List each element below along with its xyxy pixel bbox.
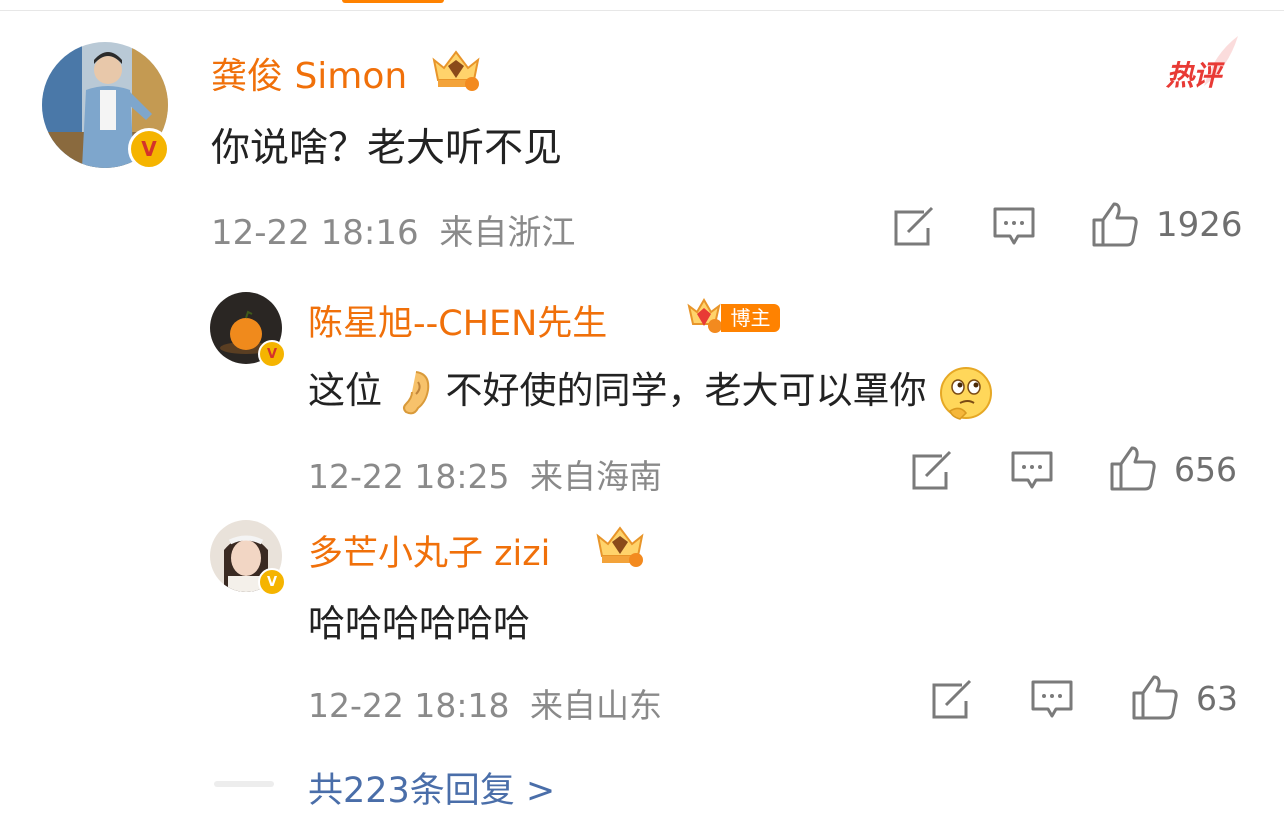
location: 来自山东 bbox=[529, 686, 662, 725]
verified-badge-icon: V bbox=[258, 568, 286, 596]
top-divider bbox=[0, 10, 1284, 11]
timestamp: 12-22 18:16 bbox=[211, 213, 419, 253]
comment-icon[interactable] bbox=[992, 205, 1036, 247]
view-replies-link[interactable]: 共223条回复 > bbox=[308, 762, 555, 813]
verified-badge-icon: V bbox=[258, 340, 286, 368]
divider bbox=[214, 781, 274, 787]
share-icon[interactable] bbox=[890, 204, 936, 248]
diamond-rank-icon bbox=[687, 298, 722, 333]
comment-meta: 12-22 18:18 来自山东 bbox=[308, 679, 662, 727]
thinking-emoji-icon bbox=[940, 366, 993, 420]
like-icon[interactable] bbox=[1130, 673, 1180, 721]
ear-emoji-icon bbox=[402, 370, 430, 414]
like-count: 656 bbox=[1174, 450, 1237, 489]
like-icon[interactable] bbox=[1108, 444, 1158, 492]
like-count: 1926 bbox=[1156, 205, 1243, 245]
like-icon[interactable] bbox=[1090, 200, 1140, 248]
crown-rank-icon bbox=[596, 526, 644, 567]
comment-meta: 12-22 18:25 来自海南 bbox=[308, 450, 662, 498]
share-icon[interactable] bbox=[928, 677, 974, 721]
username[interactable]: 龚俊 Simon bbox=[211, 47, 407, 99]
comment-icon[interactable] bbox=[1030, 678, 1074, 720]
comment-icon[interactable] bbox=[1010, 449, 1054, 491]
crown-rank-icon bbox=[432, 50, 480, 91]
username[interactable]: 多芒小丸子 zizi bbox=[308, 525, 550, 576]
hot-comment-badge: 热评 bbox=[1166, 36, 1242, 92]
timestamp: 12-22 18:25 bbox=[308, 457, 510, 496]
verified-badge-icon: V bbox=[128, 128, 170, 170]
share-icon[interactable] bbox=[908, 448, 954, 492]
location: 来自海南 bbox=[529, 457, 662, 496]
comment-text: 哈哈哈哈哈哈 bbox=[308, 602, 530, 645]
location: 来自浙江 bbox=[439, 213, 576, 253]
comment-text: 这位 不好使的同学，老大可以罩你 bbox=[308, 360, 994, 421]
timestamp: 12-22 18:18 bbox=[308, 686, 510, 725]
active-tab-indicator bbox=[342, 0, 444, 3]
like-count: 63 bbox=[1196, 679, 1238, 718]
comment-text: 你说啥？老大听不见 bbox=[211, 126, 563, 171]
username[interactable]: 陈星旭--CHEN先生 bbox=[308, 295, 607, 346]
comment-meta: 12-22 18:16 来自浙江 bbox=[211, 205, 575, 254]
author-badge: 博主 bbox=[721, 304, 780, 332]
